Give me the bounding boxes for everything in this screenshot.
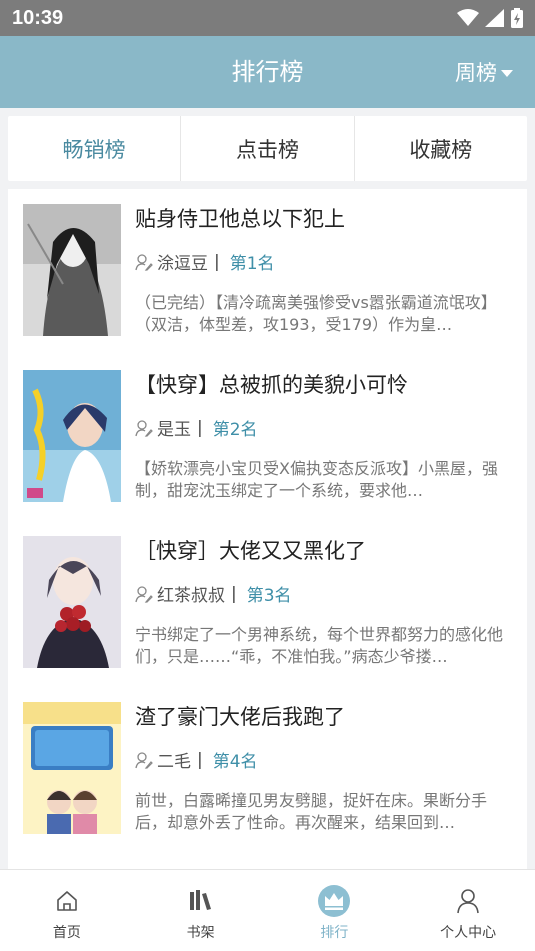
book-description: 【娇软漂亮小宝贝受X偏执变态反派攻】小黑屋，强制，甜宠沈玉绑定了一个系统，要求他… [135,459,498,500]
book-cover [23,370,121,502]
book-meta: 红茶叔叔 | 第3名 [135,581,292,606]
period-label: 周榜 [455,61,497,85]
battery-icon [511,8,523,28]
book-meta: 涂逗豆 | 第1名 [135,249,275,274]
author-icon [135,253,153,271]
period-dropdown[interactable]: 周榜 [455,36,513,108]
book-description: 前世，白露晞撞见男友劈腿，捉奸在床。果断分手后，却意外丢了性命。再次醒来，结果回… [135,791,488,832]
book-author: 是玉 [157,420,191,440]
book-author: 涂逗豆 [157,254,208,274]
meta-divider: | [231,583,237,604]
caret-down-icon [501,69,513,77]
meta-divider: | [197,749,203,770]
nav-ranking-label: 排行 [320,925,349,941]
tab-favorites[interactable]: 收藏榜 [353,116,527,181]
nav-bookshelf-label: 书架 [186,925,215,941]
bottom-nav: 首页 书架 排行 个人中心 [0,869,535,951]
book-meta: 是玉 | 第2名 [135,415,258,440]
nav-home-label: 首页 [52,925,81,941]
author-icon [135,751,153,769]
status-icons [457,8,523,28]
status-time: 10:39 [12,6,64,29]
nav-home[interactable]: 首页 [0,870,134,951]
status-bar: 10:39 [0,0,535,36]
book-rank: 第4名 [212,752,258,772]
book-rank: 第1名 [229,254,275,274]
home-icon [50,884,84,918]
nav-profile-label: 个人中心 [440,925,497,941]
app-header: 排行榜 周榜 [0,36,535,108]
nav-bookshelf[interactable]: 书架 [134,870,268,951]
book-title: 【快穿】总被抓的美貌小可怜 [135,373,408,397]
book-title: 贴身侍卫他总以下犯上 [135,207,345,231]
book-rank: 第3名 [246,586,292,606]
wifi-icon [457,9,479,26]
book-item[interactable]: 【快穿】总被抓的美貌小可怜 是玉 | 第2名 【娇软漂亮小宝贝受X偏执变态反派攻… [8,355,527,521]
book-title: ［快穿］大佬又又黑化了 [135,539,366,563]
book-description: （已完结）【清冷疏离美强惨受vs嚣张霸道流氓攻】（双洁，体型差，攻193，受17… [135,293,497,334]
book-cover [23,204,121,336]
book-meta: 二毛 | 第4名 [135,747,258,772]
book-author: 二毛 [157,752,191,772]
author-icon [135,585,153,603]
book-list: 贴身侍卫他总以下犯上 涂逗豆 | 第1名 （已完结）【清冷疏离美强惨受vs嚣张霸… [8,189,527,869]
signal-icon [485,9,504,27]
book-cover [23,702,121,834]
nav-profile[interactable]: 个人中心 [401,870,535,951]
book-author: 红茶叔叔 [157,586,225,606]
book-cover [23,536,121,668]
ranking-tabs: 畅销榜 点击榜 收藏榜 [8,116,527,181]
meta-divider: | [197,417,203,438]
person-icon [451,884,485,918]
book-item[interactable]: 贴身侍卫他总以下犯上 涂逗豆 | 第1名 （已完结）【清冷疏离美强惨受vs嚣张霸… [8,189,527,355]
book-item[interactable]: 渣了豪门大佬后我跑了 二毛 | 第4名 前世，白露晞撞见男友劈腿，捉奸在床。果断… [8,687,527,853]
tab-bestseller[interactable]: 畅销榜 [8,116,180,181]
book-description: 宁书绑定了一个男神系统，每个世界都努力的感化他们，只是……“乖，不准怕我。”病态… [135,625,504,666]
crown-icon [317,884,351,918]
nav-ranking[interactable]: 排行 [268,870,402,951]
author-icon [135,419,153,437]
bookshelf-icon [184,884,218,918]
meta-divider: | [214,251,220,272]
book-title: 渣了豪门大佬后我跑了 [135,705,345,729]
book-rank: 第2名 [212,420,258,440]
book-item[interactable]: ［快穿］大佬又又黑化了 红茶叔叔 | 第3名 宁书绑定了一个男神系统，每个世界都… [8,521,527,687]
tab-clicks[interactable]: 点击榜 [180,116,353,181]
